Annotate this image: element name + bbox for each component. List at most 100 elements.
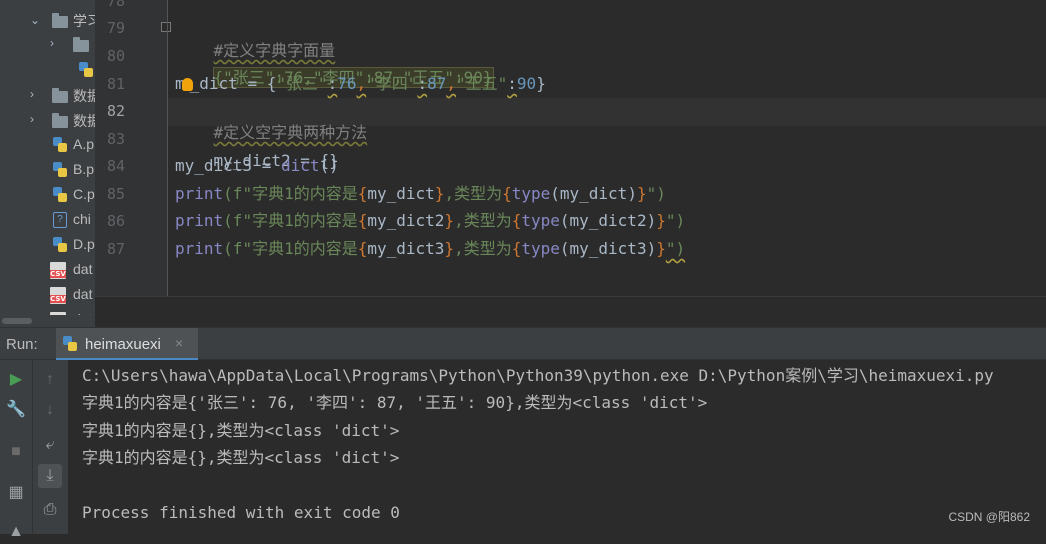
project-tree: ⌄ 学习 › › 数据 › 数据 A.p B.p C.p ? chi D.p C… (0, 0, 95, 315)
console-line: Process finished with exit code 0 (82, 503, 400, 522)
code-line-85[interactable]: print(f"字典1的内容是{my_dict},类型为{type(my_dic… (175, 183, 666, 205)
chevron-right-icon[interactable]: › (30, 112, 34, 126)
chevron-right-icon[interactable]: › (30, 87, 34, 101)
close-icon[interactable]: × (175, 335, 183, 351)
code-token: my_dict3 = (175, 156, 281, 175)
string-token: (f"字典1的内容是 (223, 184, 358, 203)
tree-item-label: B.p (73, 161, 95, 177)
string-token: (f"字典1的内容是 (223, 211, 358, 230)
line-number: 81 (106, 75, 125, 93)
csv-file-icon: CSV (50, 262, 66, 279)
console-line: 字典1的内容是{'张三': 76, '李四': 87, '王五': 90},类型… (82, 393, 708, 412)
code-token: my_dict2 (367, 211, 445, 230)
run-toolbar-primary: ▶ 🔧 ■ ▦ ▲ (0, 360, 32, 540)
tree-item-file[interactable]: CSV dat (0, 308, 95, 315)
code-line-80[interactable]: {"张三":76,"李四":87,"王五":90} (175, 45, 494, 88)
tree-item-file[interactable] (0, 58, 95, 83)
tree-item-folder[interactable]: ⌄ 学习 (0, 8, 95, 33)
csv-file-icon: CSV (50, 287, 66, 304)
python-file-icon (53, 237, 67, 253)
code-token: : (417, 74, 428, 93)
chevron-down-icon[interactable]: ⌄ (30, 13, 40, 27)
string-token: ,类型为 (454, 211, 512, 230)
scrollbar-thumb[interactable] (2, 318, 32, 324)
code-line-83[interactable]: my_dict2 = {} (175, 128, 339, 170)
code-token: { (357, 239, 368, 258)
code-token: } (434, 184, 445, 203)
pin-icon[interactable]: ▲ (4, 520, 28, 544)
soft-wrap-icon[interactable]: ⤶ (38, 433, 62, 457)
tree-item-file[interactable]: ? chi (0, 208, 95, 233)
code-token: { (511, 211, 522, 230)
arrow-up-icon[interactable]: ↑ (38, 368, 62, 392)
arrow-down-icon[interactable]: ↓ (38, 398, 62, 422)
tree-item-file[interactable]: D.p (0, 233, 95, 258)
number-token: 87 (427, 74, 447, 93)
print-icon[interactable]: ⎙ (38, 498, 62, 522)
builtin-token: dict (280, 156, 320, 175)
tree-item-file[interactable]: C.p (0, 183, 95, 208)
code-token: { (357, 211, 368, 230)
wrench-icon[interactable]: 🔧 (4, 398, 28, 422)
scroll-to-end-icon[interactable]: ⤓ (38, 464, 62, 488)
tree-item-label: 数据 (73, 113, 95, 129)
tree-item-file[interactable]: B.p (0, 158, 95, 183)
code-line-82[interactable]: #定义空字典两种方法 (175, 100, 368, 142)
console-line: C:\Users\hawa\AppData\Local\Programs\Pyt… (82, 366, 994, 385)
run-tab-heimaxuexi[interactable]: heimaxuexi × (56, 328, 198, 361)
line-number: 80 (106, 47, 125, 65)
line-number: 84 (106, 157, 125, 175)
tree-item-label: C.p (73, 186, 95, 202)
stop-icon[interactable]: ■ (4, 440, 28, 464)
tree-item-label: D.p (73, 236, 95, 252)
code-token: (my_dict) (550, 184, 637, 203)
string-token: ,类型为 (444, 184, 503, 203)
line-number: 82 (106, 102, 125, 120)
code-editor[interactable]: 78 79 80 81 82 83 84 85 86 87 #定义字典字面量 {… (95, 0, 1046, 328)
code-token: } (444, 211, 455, 230)
run-tab-label: heimaxuexi (85, 336, 161, 353)
code-token: } (656, 239, 666, 258)
tree-item-folder[interactable]: › (0, 32, 95, 57)
run-label: Run: (6, 336, 38, 353)
line-number-gutter: 78 79 80 81 82 83 84 85 86 87 (95, 0, 171, 296)
code-token: , (356, 74, 367, 93)
code-token: () (319, 156, 339, 175)
tree-item-file[interactable]: CSV dat (0, 283, 95, 308)
builtin-token: print (175, 211, 224, 230)
number-token: 76 (337, 74, 357, 93)
code-token: (my_dict3) (559, 239, 657, 258)
tree-item-folder[interactable]: › 数据 (0, 108, 95, 133)
code-line-79[interactable]: #定义字典字面量 (175, 18, 336, 60)
code-line-87[interactable]: print(f"字典1的内容是{my_dict3},类型为{type(my_di… (175, 238, 685, 260)
tree-item-file[interactable]: CSV dat (0, 258, 95, 283)
chevron-right-icon[interactable]: › (50, 36, 54, 50)
tree-item-folder[interactable]: › 数据 (0, 83, 95, 108)
code-token: , (446, 74, 456, 93)
tree-horizontal-scrollbar[interactable] (0, 315, 95, 327)
layout-icon[interactable]: ▦ (4, 481, 28, 505)
run-console[interactable]: C:\Users\hawa\AppData\Local\Programs\Pyt… (68, 360, 1046, 534)
tree-item-file[interactable]: A.p (0, 133, 95, 158)
python-file-icon (63, 336, 77, 352)
string-token: ") (665, 211, 686, 230)
unknown-file-icon: ? (53, 212, 67, 228)
fold-marker-icon[interactable] (161, 22, 171, 32)
folder-icon (73, 37, 89, 52)
string-token: "张三" (276, 74, 328, 93)
builtin-token: type (511, 184, 551, 203)
code-line-86[interactable]: print(f"字典1的内容是{my_dict2},类型为{type(my_di… (175, 210, 685, 232)
builtin-token: type (521, 239, 560, 258)
code-line-84[interactable]: my_dict3 = dict() (175, 155, 339, 177)
folder-icon (52, 113, 68, 128)
watermark: CSDN @阳862 (948, 510, 1030, 524)
code-token: _dict = { (189, 74, 277, 93)
tree-item-label: 数据 (73, 88, 95, 104)
line-number: 78 (106, 0, 125, 10)
code-token: } (536, 74, 546, 93)
console-line: 字典1的内容是{},类型为<class 'dict'> (82, 421, 400, 440)
code-line-81[interactable]: m _dict = {"张三":76,"李四":87,"王五":90} (175, 73, 546, 95)
rerun-icon[interactable]: ▶ (4, 368, 28, 392)
string-token: "王五" (456, 74, 508, 93)
line-number: 87 (106, 240, 125, 258)
